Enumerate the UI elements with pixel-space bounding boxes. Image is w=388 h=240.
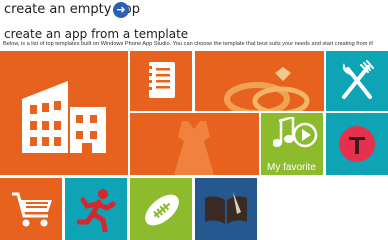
template-tile-shopping[interactable] [0, 178, 62, 240]
book-pen-icon [205, 192, 247, 224]
template-heading: create an app from a template [4, 27, 189, 41]
letter-t-icon [339, 126, 375, 162]
template-tile-reading[interactable] [195, 178, 257, 240]
template-tile-my-favorite[interactable]: My favorite [261, 113, 323, 175]
rings-icon [224, 67, 310, 111]
template-tile-notebook[interactable] [130, 51, 192, 111]
template-tile-restaurant[interactable] [326, 51, 388, 111]
notebook-icon [146, 62, 175, 98]
music-video-icon [273, 117, 318, 148]
building-icon [22, 81, 106, 153]
football-icon [145, 194, 179, 226]
tile-label: My favorite [267, 162, 316, 173]
runner-icon [77, 189, 116, 232]
template-tile-typography[interactable] [326, 113, 388, 175]
template-tile-wedding[interactable] [195, 51, 324, 111]
template-tile-company[interactable] [0, 51, 128, 175]
arrow-right-circle-icon[interactable]: ➜ [113, 2, 129, 18]
template-tile-sports-runner[interactable] [65, 178, 127, 240]
dress-icon [174, 121, 214, 175]
fork-knife-icon [342, 60, 374, 99]
shopping-cart-icon [12, 192, 52, 227]
template-tile-football[interactable] [130, 178, 192, 240]
template-tile-fashion[interactable] [130, 113, 259, 175]
template-description: Below, is a list of top templates built … [3, 41, 374, 47]
